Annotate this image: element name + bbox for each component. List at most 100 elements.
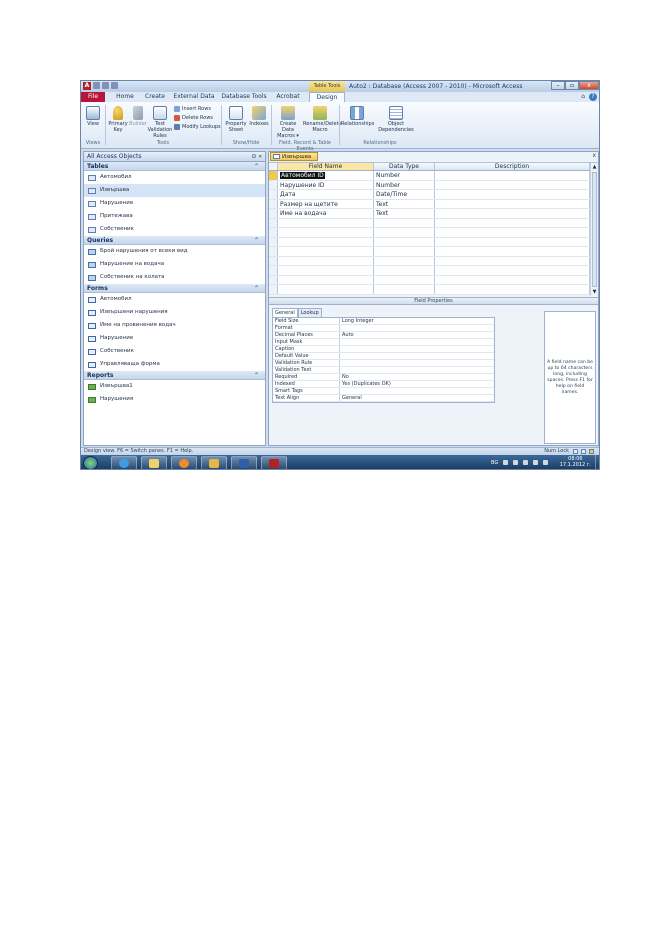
tab-home[interactable]: Home	[111, 92, 139, 102]
property-value[interactable]	[340, 367, 494, 373]
cell-description[interactable]	[435, 256, 590, 265]
column-header-description[interactable]: Description	[435, 163, 590, 170]
nav-item[interactable]: Автомобил	[84, 171, 265, 184]
collapse-chevron-icon[interactable]: ⌃	[254, 236, 259, 245]
cell-type[interactable]	[374, 266, 435, 275]
datasheet-view-icon[interactable]	[573, 449, 578, 454]
table-row[interactable]: Име на водача Text	[269, 209, 598, 219]
collapse-chevron-icon[interactable]: ⌃	[254, 371, 259, 380]
cell-description[interactable]	[435, 199, 590, 208]
nav-item[interactable]: Автомобил	[84, 293, 265, 306]
scroll-thumb[interactable]	[592, 172, 597, 287]
cell-type[interactable]	[374, 285, 435, 294]
scroll-up-icon[interactable]: ▲	[591, 163, 598, 171]
start-button[interactable]	[83, 456, 98, 469]
taskbar-ie[interactable]	[111, 456, 137, 469]
minimize-ribbon-icon[interactable]: ⌂	[581, 93, 585, 100]
taskbar-app[interactable]	[201, 456, 227, 469]
property-sheet-button[interactable]: Property Sheet	[223, 106, 249, 133]
taskbar-word[interactable]	[231, 456, 257, 469]
primary-key-icon[interactable]	[269, 171, 278, 180]
scroll-down-icon[interactable]: ▼	[591, 288, 598, 296]
row-selector[interactable]	[269, 190, 278, 199]
tray-arrow-icon[interactable]	[513, 460, 518, 465]
table-row[interactable]: Дата Date/Time	[269, 190, 598, 200]
nav-item[interactable]: Извършени нарушения	[84, 306, 265, 319]
table-row[interactable]	[269, 228, 598, 238]
cell-field[interactable]	[278, 266, 374, 275]
maximize-button[interactable]: ▫	[565, 81, 579, 90]
row-selector[interactable]	[269, 218, 278, 227]
indexes-button[interactable]: Indexes	[249, 106, 269, 127]
redo-icon[interactable]	[111, 82, 118, 89]
save-icon[interactable]	[93, 82, 100, 89]
property-value[interactable]	[340, 360, 494, 366]
cell-description[interactable]	[435, 285, 590, 294]
cell-type[interactable]	[374, 256, 435, 265]
close-button[interactable]: x	[579, 81, 599, 90]
cell-field[interactable]: Име на водача	[278, 209, 374, 218]
cell-description[interactable]	[435, 171, 590, 180]
nav-item[interactable]: Нарушение	[84, 332, 265, 345]
cell-type[interactable]: Text	[374, 199, 435, 208]
tab-database-tools[interactable]: Database Tools	[219, 92, 269, 102]
taskbar-access[interactable]	[261, 456, 287, 469]
cell-description[interactable]	[435, 275, 590, 284]
test-validation-rules-button[interactable]: Test Validation Rules	[147, 106, 173, 139]
rename-delete-macro-button[interactable]: Rename/Delete Macro	[303, 106, 342, 133]
row-selector[interactable]	[269, 180, 278, 189]
nav-group-tables[interactable]: Tables ⌃	[84, 162, 265, 171]
create-data-macros-button[interactable]: Create Data Macros ▾	[274, 106, 302, 139]
table-row[interactable]	[269, 247, 598, 257]
delete-rows-button[interactable]: Delete Rows	[174, 115, 213, 121]
cell-description[interactable]	[435, 228, 590, 237]
cell-type[interactable]	[374, 218, 435, 227]
cell-field[interactable]	[278, 275, 374, 284]
cell-type[interactable]: Number	[374, 171, 435, 180]
network-icon[interactable]	[533, 460, 538, 465]
tab-acrobat[interactable]: Acrobat	[273, 92, 303, 102]
table-row[interactable]	[269, 266, 598, 276]
property-value[interactable]: General	[340, 395, 494, 401]
modify-lookups-button[interactable]: Modify Lookups	[174, 124, 221, 130]
cell-field[interactable]	[278, 247, 374, 256]
tab-create[interactable]: Create	[141, 92, 169, 102]
cell-type[interactable]	[374, 247, 435, 256]
builder-button[interactable]: Builder	[129, 106, 147, 127]
nav-item[interactable]: Извършва1	[84, 380, 265, 393]
cell-type[interactable]	[374, 237, 435, 246]
column-header-field-name[interactable]: Field Name	[278, 163, 374, 170]
property-value[interactable]	[340, 388, 494, 394]
cell-description[interactable]	[435, 218, 590, 227]
nav-item[interactable]: Собственик на колата	[84, 271, 265, 284]
nav-group-reports[interactable]: Reports ⌃	[84, 371, 265, 380]
nav-item[interactable]: Собственик	[84, 345, 265, 358]
taskbar-media-player[interactable]	[171, 456, 197, 469]
cell-field[interactable]	[278, 228, 374, 237]
nav-item[interactable]: Име на провинения водач	[84, 319, 265, 332]
help-icon[interactable]: ?	[589, 93, 597, 101]
table-row[interactable]	[269, 256, 598, 266]
table-row[interactable]: Автомобил ID Number	[269, 171, 598, 181]
nav-item[interactable]: Притежава	[84, 210, 265, 223]
property-value[interactable]: Long Integer	[340, 318, 494, 324]
cell-description[interactable]	[435, 190, 590, 199]
object-dependencies-button[interactable]: Object Dependencies	[373, 106, 419, 133]
property-value[interactable]	[340, 325, 494, 331]
property-value[interactable]: Auto	[340, 332, 494, 338]
row-selector[interactable]	[269, 237, 278, 246]
pivot-view-icon[interactable]	[581, 449, 586, 454]
cell-field[interactable]: Нарушение ID	[278, 180, 374, 189]
flag-icon[interactable]	[523, 460, 528, 465]
primary-key-button[interactable]: Primary Key	[108, 106, 128, 133]
undo-icon[interactable]	[102, 82, 109, 89]
table-row[interactable]	[269, 285, 598, 295]
cell-description[interactable]	[435, 266, 590, 275]
navigation-pane-controls[interactable]: ⊙ «	[251, 152, 262, 162]
property-value[interactable]	[340, 339, 494, 345]
cell-type[interactable]	[374, 275, 435, 284]
volume-icon[interactable]	[543, 460, 548, 465]
nav-item[interactable]: Нарушения	[84, 393, 265, 406]
row-selector[interactable]	[269, 275, 278, 284]
cell-description[interactable]	[435, 247, 590, 256]
